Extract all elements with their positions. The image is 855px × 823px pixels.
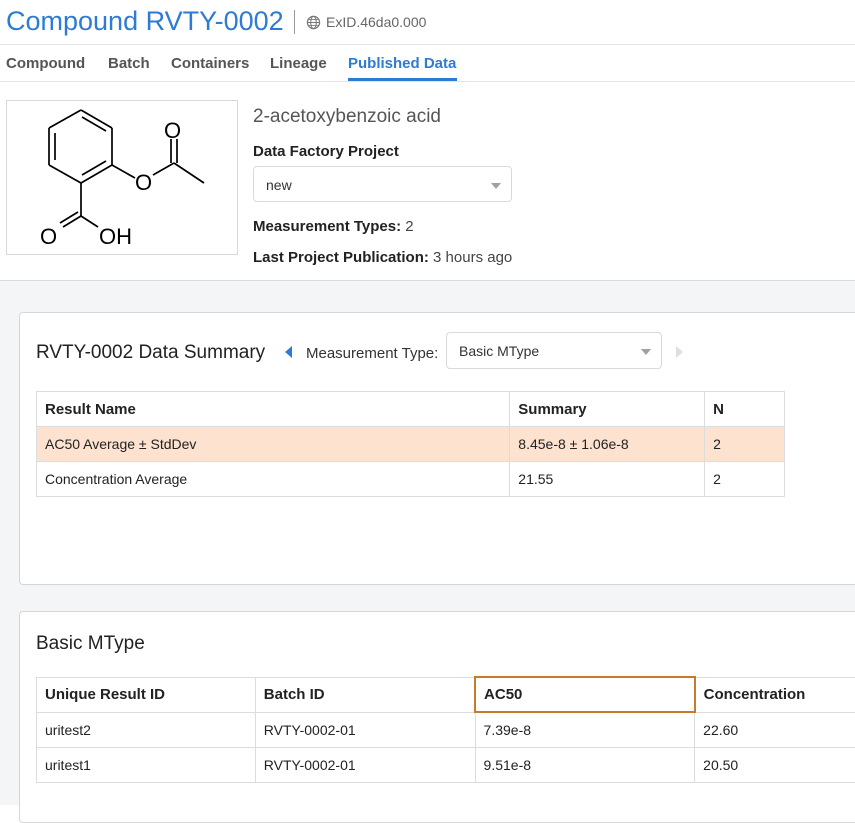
- chevron-down-icon: [491, 183, 501, 189]
- concentration-cell: 20.50: [695, 747, 855, 782]
- project-label: Data Factory Project: [253, 143, 399, 160]
- column-header-concentration[interactable]: Concentration: [695, 677, 855, 712]
- previous-arrow-icon[interactable]: [285, 346, 292, 358]
- table-row[interactable]: uritest1 RVTY-0002-01 9.51e-8 20.50: [37, 747, 855, 782]
- summary-header-row: Result Name Summary N: [37, 392, 785, 427]
- summary-cell: 21.55: [510, 462, 705, 497]
- n-cell: 2: [705, 462, 785, 497]
- detail-title: Basic MType: [36, 633, 145, 655]
- table-row[interactable]: Concentration Average 21.55 2: [37, 462, 785, 497]
- table-row[interactable]: AC50 Average ± StdDev 8.45e-8 ± 1.06e-8 …: [37, 427, 785, 462]
- last-publication-field: Last Project Publication: 3 hours ago: [253, 249, 512, 266]
- last-publication-value: 3 hours ago: [433, 249, 512, 266]
- detail-table: Unique Result ID Batch ID AC50 Concentra…: [36, 676, 855, 783]
- tab-batch[interactable]: Batch: [108, 55, 150, 72]
- structure-image: O O O OH: [6, 100, 238, 255]
- measurement-type-label: Measurement Type:: [306, 345, 438, 362]
- data-summary-card: RVTY-0002 Data Summary Measurement Type:…: [19, 312, 855, 585]
- ac50-cell: 7.39e-8: [475, 712, 695, 747]
- n-cell: 2: [705, 427, 785, 462]
- table-row[interactable]: uritest2 RVTY-0002-01 7.39e-8 22.60: [37, 712, 855, 747]
- column-header-batch-id[interactable]: Batch ID: [255, 677, 475, 712]
- tab-containers[interactable]: Containers: [171, 55, 249, 72]
- column-header-n[interactable]: N: [705, 392, 785, 427]
- page-header: Compound RVTY-0002 ExID.46da0.000: [0, 0, 855, 44]
- detail-header-row: Unique Result ID Batch ID AC50 Concentra…: [37, 677, 855, 712]
- measurement-type-select[interactable]: Basic MType: [446, 332, 662, 369]
- result-name-cell: Concentration Average: [37, 462, 510, 497]
- result-name-cell: AC50 Average ± StdDev: [37, 427, 510, 462]
- molecule-drawing: O O O OH: [7, 101, 237, 254]
- batch-id-cell: RVTY-0002-01: [255, 712, 475, 747]
- column-header-result-name[interactable]: Result Name: [37, 392, 510, 427]
- tab-published-data[interactable]: Published Data: [348, 55, 456, 72]
- last-publication-label: Last Project Publication:: [253, 249, 429, 266]
- measurement-types-value: 2: [405, 218, 413, 235]
- atom-label-carbonyl-o: O: [164, 118, 181, 143]
- summary-table: Result Name Summary N AC50 Average ± Std…: [36, 391, 785, 497]
- unique-result-id-cell: uritest2: [37, 712, 256, 747]
- project-select-value: new: [266, 177, 292, 193]
- column-header-ac50[interactable]: AC50: [475, 677, 695, 712]
- measurement-types-field: Measurement Types: 2: [253, 218, 414, 235]
- globe-icon: [306, 15, 321, 30]
- unique-result-id-cell: uritest1: [37, 747, 256, 782]
- project-select[interactable]: new: [253, 166, 512, 202]
- summary-title: RVTY-0002 Data Summary: [36, 342, 265, 364]
- exid-value: ExID.46da0.000: [326, 14, 426, 30]
- measurement-detail-card: Basic MType Unique Result ID Batch ID AC…: [19, 611, 855, 823]
- concentration-cell: 22.60: [695, 712, 855, 747]
- tabs-divider: [0, 81, 855, 82]
- measurement-types-label: Measurement Types:: [253, 218, 401, 235]
- tab-compound[interactable]: Compound: [6, 55, 85, 72]
- atom-label-oh: OH: [99, 224, 132, 249]
- title-divider: [294, 10, 295, 34]
- atom-label-acid-o: O: [40, 224, 57, 249]
- next-arrow-icon[interactable]: [676, 346, 683, 358]
- atom-label-ester-o: O: [135, 170, 152, 195]
- measurement-type-select-value: Basic MType: [459, 343, 539, 359]
- ac50-cell: 9.51e-8: [475, 747, 695, 782]
- column-header-summary[interactable]: Summary: [510, 392, 705, 427]
- chevron-down-icon: [641, 349, 651, 355]
- compound-name: 2-acetoxybenzoic acid: [253, 106, 441, 128]
- summary-cell: 8.45e-8 ± 1.06e-8: [510, 427, 705, 462]
- exid-label: ExID.46da0.000: [306, 14, 426, 30]
- tab-lineage[interactable]: Lineage: [270, 55, 327, 72]
- column-header-unique-result-id[interactable]: Unique Result ID: [37, 677, 256, 712]
- page-title: Compound RVTY-0002: [6, 6, 284, 37]
- tab-bar: Compound Batch Containers Lineage Publis…: [0, 45, 855, 81]
- batch-id-cell: RVTY-0002-01: [255, 747, 475, 782]
